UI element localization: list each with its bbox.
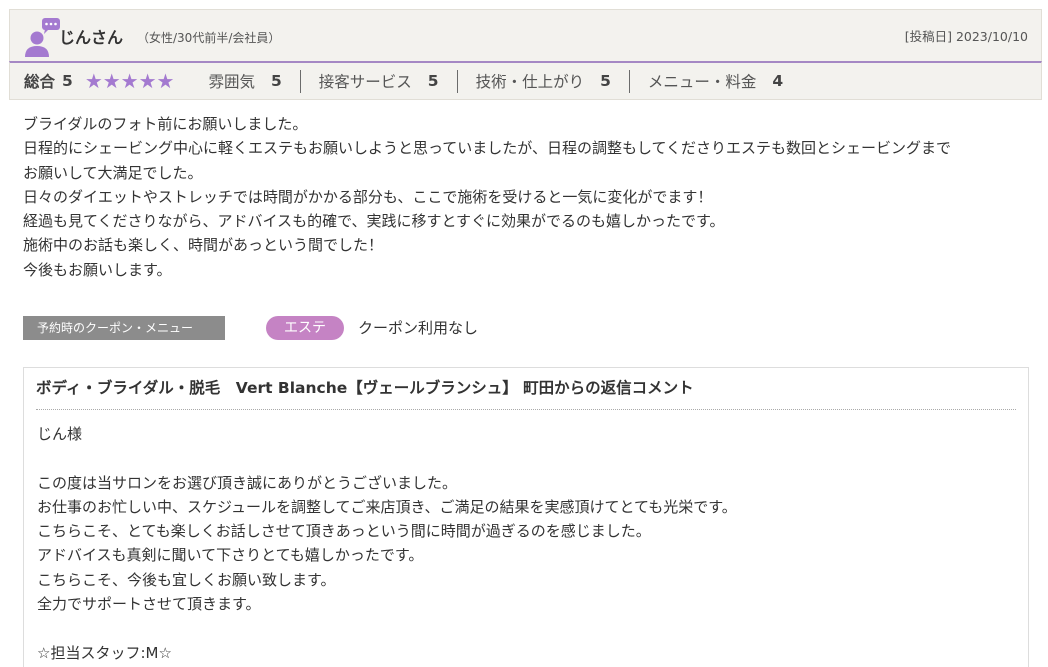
reply-line [37, 616, 737, 640]
rating-atmosphere: 雰囲気 5 [190, 70, 299, 93]
rating-label: メニュー・料金 [647, 73, 757, 91]
reply-line: アドバイスも真剣に聞いて下さりとても嬉しかったです。 [37, 546, 424, 565]
rating-label: 技術・仕上がり [475, 73, 585, 91]
rating-service: 接客サービス 5 [299, 69, 457, 93]
rating-score: 5 [270, 72, 282, 90]
overall-label: 総合 [24, 73, 56, 91]
rating-score: 4 [772, 72, 784, 90]
rating-technique: 技術・仕上がり 5 [456, 69, 629, 93]
posted-label: [投稿日] [904, 29, 952, 44]
reply-title: ボディ・ブライダル・脱毛 Vert Blanche【ヴェールブランシュ】 町田か… [36, 376, 1016, 410]
coupon-text: クーポン利用なし [358, 319, 479, 337]
reply-line: こちらこそ、今後も宜しくお願い致します。 [37, 570, 336, 589]
posted-date-line: [投稿日] 2023/10/10 [905, 26, 1028, 45]
reply-line [37, 446, 737, 470]
reply-line: この度は当サロンをお選び頂き誠にありがとうございました。 [37, 473, 458, 492]
reply-line: こちらこそ、とても楽しくお話しさせて頂きあっという間に時間が過ぎるのを感じました… [37, 522, 651, 541]
review-card: じんさん （女性/30代前半/会社員） [投稿日] 2023/10/10 総合 5… [9, 9, 1042, 100]
rating-label: 接客サービス [318, 73, 412, 91]
review-line: 日々のダイエットやストレッチでは時間がかかる部分も、ここで施術を受けると一気に変… [23, 187, 713, 206]
rating-score: 5 [427, 72, 439, 90]
overall-score: 5 [62, 72, 73, 90]
rating-menu-price: メニュー・料金 4 [628, 69, 801, 93]
reply-line: ☆担当スタッフ:M☆ [37, 643, 172, 662]
review-line: 今後もお願いします。 [23, 260, 172, 279]
review-line: 施術中のお話も楽しく、時間があっという間でした！ [23, 236, 384, 255]
reply-body: じん様 この度は当サロンをお選び頂き誠にありがとうございました。 お仕事のお忙し… [37, 422, 737, 665]
reply-line: 全力でサポートさせて頂きます。 [37, 595, 261, 614]
ratings-bar: 総合 5 ★★★★★ 雰囲気 5 接客サービス 5 技術・仕上がり 5 メニュー… [9, 61, 1042, 100]
star-rating: ★★★★★ [84, 69, 175, 93]
review-line: ブライダルのフォト前にお願いしました。 [23, 115, 308, 133]
rating-score: 5 [600, 72, 611, 90]
rating-label: 雰囲気 [208, 73, 255, 91]
review-line: 日程的にシェービング中心に軽くエステもお願いしようと思っていましたが、日程の調整… [23, 139, 952, 158]
coupon-menu-label: 予約時のクーポン・メニュー [23, 316, 225, 340]
reply-line: じん様 [37, 425, 83, 443]
reviewer-meta: （女性/30代前半/会社員） [137, 31, 281, 45]
review-header: じんさん （女性/30代前半/会社員） [投稿日] 2023/10/10 [9, 9, 1042, 61]
reviewer-name: じんさん [59, 28, 124, 47]
user-comment-icon [25, 18, 60, 57]
review-line: 経過も見てくださりながら、アドバイスも的確で、実践に移すとすぐに効果がでるのも嬉… [23, 212, 725, 231]
genre-badge: エステ [266, 316, 344, 340]
reply-line: お仕事のお忙しい中、スケジュールを調整してご来店頂き、ご満足の結果を実感頂けてと… [37, 497, 737, 516]
review-line: お願いして大満足でした。 [23, 163, 203, 182]
posted-date: 2023/10/10 [955, 29, 1028, 44]
salon-reply: ボディ・ブライダル・脱毛 Vert Blanche【ヴェールブランシュ】 町田か… [23, 367, 1029, 667]
review-body: ブライダルのフォト前にお願いしました。 日程的にシェービング中心に軽くエステもお… [23, 112, 1033, 282]
